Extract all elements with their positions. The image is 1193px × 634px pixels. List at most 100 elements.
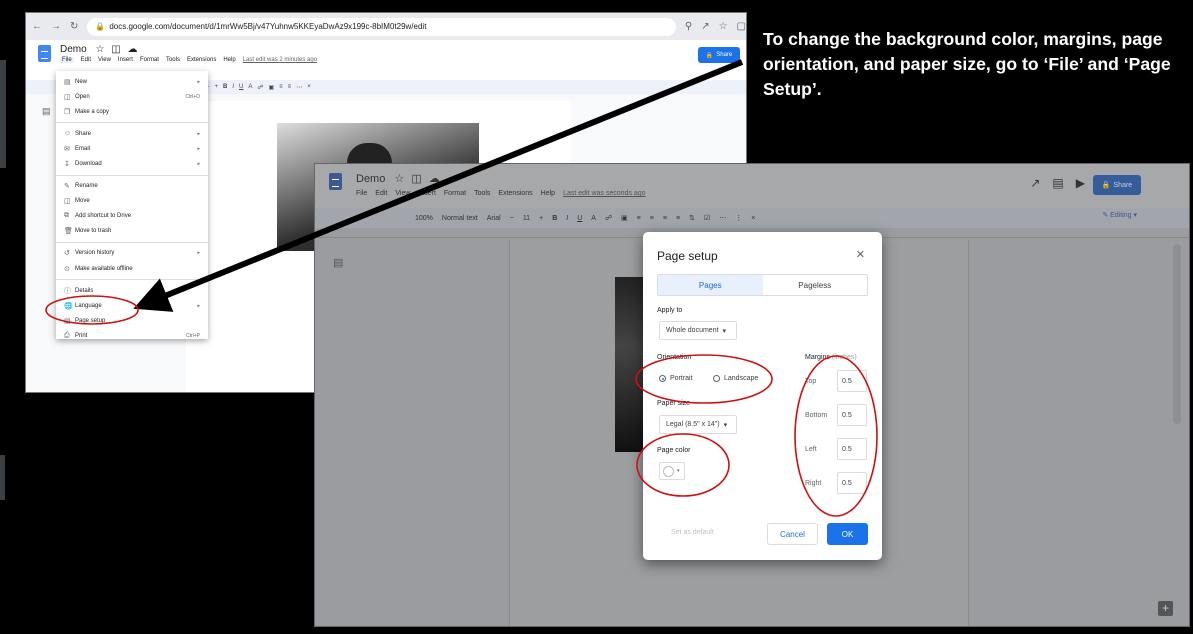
align-right-icon[interactable]: ≡ [663,215,667,222]
last-edit-link[interactable]: Last edit was seconds ago [563,190,646,197]
file-menu-share[interactable]: ☺ Share ▸ [56,126,208,141]
menu-extensions[interactable]: Extensions [498,190,532,197]
sidebar-icon[interactable]: ▢ [737,21,746,32]
font-size-increase[interactable]: + [539,215,543,222]
italic-icon[interactable]: I [232,84,234,90]
menu-file[interactable]: File [60,57,74,63]
font-select[interactable]: Arial [487,215,501,222]
close-icon[interactable]: ✕ [856,248,865,261]
comments-icon[interactable]: ▤ [1052,176,1063,190]
radio-landscape[interactable]: Landscape [713,375,758,382]
menu-help[interactable]: Help [541,190,555,197]
file-menu-make-copy[interactable]: ❐ Make a copy [56,104,208,119]
tab-pages[interactable]: Pages [658,275,763,295]
back-icon[interactable]: ← [32,21,42,32]
file-menu-add-shortcut[interactable]: ⧉ Add shortcut to Drive [56,209,208,224]
menu-edit[interactable]: Edit [81,57,91,63]
bullet-list-icon[interactable]: ⋯ [719,214,726,222]
align-center-icon[interactable]: ≡ [650,215,654,222]
menu-extensions[interactable]: Extensions [187,57,216,63]
tab-pageless[interactable]: Pageless [763,275,868,295]
move-folder-icon[interactable]: ◫ [411,173,421,185]
share-page-icon[interactable]: ↗ [701,21,709,32]
bold-icon[interactable]: B [223,84,227,90]
font-size-increase[interactable]: + [215,84,219,90]
move-folder-icon[interactable]: ◫ [111,44,120,55]
bold-icon[interactable]: B [552,215,557,222]
file-menu-details[interactable]: ⓘ Details [56,283,208,298]
cancel-button[interactable]: Cancel [767,523,818,545]
line-spacing-icon[interactable]: ⇅ [689,214,695,222]
file-menu-move-trash[interactable]: 🗑 Move to trash [56,224,208,239]
menu-view[interactable]: View [395,190,410,197]
align-center-icon[interactable]: ≡ [288,84,292,90]
zoom-select[interactable]: 100% [415,215,433,222]
last-edit-link[interactable]: Last edit was 2 minutes ago [243,57,317,63]
menu-tools[interactable]: Tools [166,57,180,63]
file-menu-print[interactable]: ⎙ Print Ctrl+P [56,328,208,343]
align-left-icon[interactable]: ≡ [637,215,641,222]
text-color-icon[interactable]: A [248,84,252,90]
forward-icon[interactable]: → [51,21,61,32]
explore-plus-icon[interactable]: + [1158,601,1173,616]
style-select[interactable]: Normal text [442,215,478,222]
doc-title[interactable]: Demo [356,173,385,185]
menu-edit[interactable]: Edit [375,190,387,197]
clear-format-icon[interactable]: × [307,84,311,90]
file-menu-move[interactable]: ◫ Move [56,194,208,209]
star-icon[interactable]: ☆ [394,173,404,185]
file-menu-language[interactable]: 🌐 Language ▸ [56,298,208,313]
underline-icon[interactable]: U [239,84,243,90]
justify-icon[interactable]: ≡ [676,215,680,222]
menu-insert[interactable]: Insert [418,190,436,197]
outline-icon[interactable]: ▤ [333,256,343,269]
file-menu-rename[interactable]: ✎ Rename [56,179,208,194]
share-button[interactable]: 🔒 Share [698,47,740,63]
bookmark-star-icon[interactable]: ☆ [719,21,728,32]
address-bar[interactable]: 🔒 docs.google.com/document/d/1mrWw5Bj/v4… [87,17,676,36]
file-menu-download[interactable]: ↧ Download ▸ [56,156,208,171]
menu-view[interactable]: View [98,57,111,63]
checklist-icon[interactable]: ☑ [704,214,710,222]
align-left-icon[interactable]: ≡ [279,84,283,90]
ok-button[interactable]: OK [827,523,868,545]
underline-icon[interactable]: U [577,215,582,222]
menu-help[interactable]: Help [223,57,235,63]
numbered-list-icon[interactable]: ⋮ [735,214,742,222]
menu-insert[interactable]: Insert [118,57,133,63]
menu-tools[interactable]: Tools [474,190,490,197]
page-color-picker[interactable]: ▾ [659,462,685,480]
activity-icon[interactable]: ↗ [1030,176,1040,190]
doc-title[interactable]: Demo [60,44,87,55]
file-menu-make-offline[interactable]: ⊙ Make available offline [56,261,208,276]
file-menu-email[interactable]: ✉ Email ▸ [56,141,208,156]
menu-format[interactable]: Format [444,190,466,197]
image-icon[interactable]: ▣ [621,214,628,222]
meet-icon[interactable]: ▶ [1076,176,1085,190]
outline-icon[interactable]: ▤ [42,106,51,117]
file-menu-page-setup[interactable]: ▤ Page setup [56,313,208,328]
menu-file[interactable]: File [356,190,367,197]
docs-logo-icon[interactable] [38,45,51,62]
document-photo[interactable] [615,277,645,452]
clear-format-icon[interactable]: × [751,215,755,222]
link-icon[interactable]: ☍ [605,214,612,222]
editing-mode[interactable]: ✎ Editing ▾ [1102,211,1137,219]
share-button[interactable]: 🔒 Share [1093,175,1141,195]
margin-top-input[interactable]: 0.5 [837,370,867,392]
radio-portrait[interactable]: Portrait [659,375,693,382]
menu-format[interactable]: Format [140,57,159,63]
docs-logo-icon[interactable] [329,173,342,190]
margin-left-input[interactable]: 0.5 [837,438,867,460]
font-size-decrease[interactable]: − [510,215,514,222]
set-as-default-button[interactable]: Set as default [671,529,714,536]
file-menu-new[interactable]: ▤ New ▸ [56,74,208,89]
image-icon[interactable]: ▣ [268,84,274,91]
font-size-field[interactable]: 11 [523,215,530,222]
reload-icon[interactable]: ↻ [70,21,78,32]
link-icon[interactable]: ☍ [257,84,263,91]
list-icon[interactable]: ⋯ [296,84,302,91]
star-icon[interactable]: ☆ [95,44,104,55]
file-menu-open[interactable]: ◫ Open Ctrl+O [56,89,208,104]
margin-bottom-input[interactable]: 0.5 [837,404,867,426]
